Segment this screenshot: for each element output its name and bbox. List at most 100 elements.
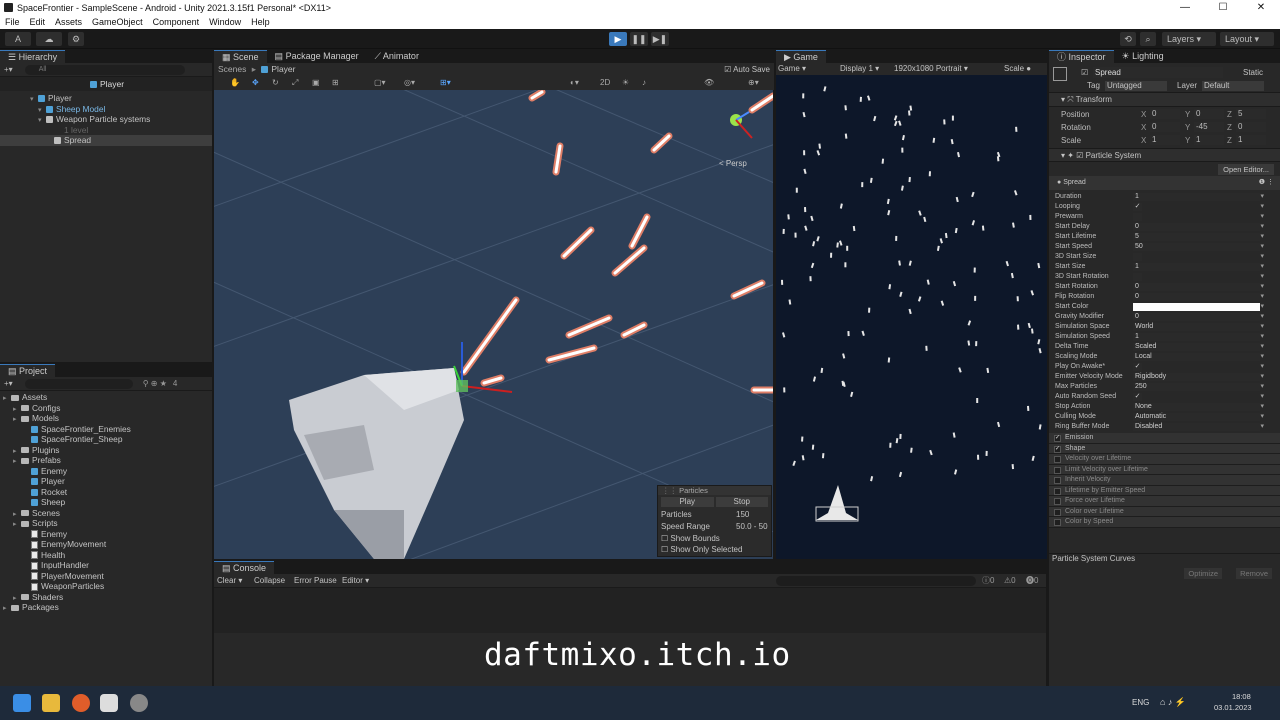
active-checkbox[interactable]: ☑ [1081, 68, 1088, 77]
layout-dropdown[interactable]: Layout ▾ [1220, 32, 1274, 46]
ps-property-field[interactable]: ✓ [1133, 203, 1142, 211]
close-button[interactable]: ✕ [1242, 0, 1280, 15]
move-tool-icon[interactable]: ✥ [252, 76, 259, 90]
player-crumb[interactable]: Player [271, 64, 295, 74]
project-item[interactable]: ▸ Plugins [0, 445, 212, 456]
game-viewport[interactable] [776, 75, 1047, 559]
transform-y-field[interactable]: 0 [1194, 109, 1224, 119]
audio-icon[interactable]: ♪ [642, 76, 646, 90]
scale-slider[interactable]: Scale ● [1004, 63, 1031, 75]
ps-property-field[interactable] [1133, 273, 1142, 281]
dropdown-arrow-icon[interactable]: ▾ [1260, 362, 1264, 372]
dropdown-arrow-icon[interactable]: ▾ [1260, 352, 1264, 362]
ps-help-icon[interactable]: ❶ ⋮ [1259, 176, 1274, 190]
project-item[interactable]: ▸ Prefabs [0, 455, 212, 466]
project-item[interactable]: EnemyMovement [0, 539, 212, 550]
file-explorer-icon[interactable] [42, 694, 60, 712]
tab-scene[interactable]: ▦ Scene [214, 50, 267, 63]
hierarchy-item[interactable]: 1 level [0, 125, 212, 136]
system-tray-icons[interactable]: ⌂ ♪ ⚡ [1160, 697, 1186, 708]
expand-arrow-icon[interactable]: ▸ [3, 604, 11, 615]
unity-hub-icon[interactable] [100, 694, 118, 712]
ps-property-field[interactable]: 0 [1133, 313, 1260, 321]
game-mode-dropdown[interactable]: Game ▾ [778, 63, 806, 75]
menu-gameobject[interactable]: GameObject [92, 17, 143, 27]
ps-property-field[interactable]: Rigidbody [1133, 373, 1260, 381]
add-icon[interactable]: +▾ [4, 65, 13, 74]
tab-console[interactable]: ▤ Console [214, 561, 275, 574]
dropdown-arrow-icon[interactable]: ▾ [1260, 192, 1264, 202]
project-item[interactable]: InputHandler [0, 560, 212, 571]
scenes-crumb[interactable]: Scenes [218, 64, 246, 74]
dropdown-arrow-icon[interactable]: ▾ [1260, 222, 1264, 232]
ps-module-row[interactable]: Color by Speed [1049, 517, 1280, 528]
ps-module-row[interactable]: Inherit Velocity [1049, 475, 1280, 486]
module-checkbox[interactable] [1054, 456, 1061, 463]
console-editor-dropdown[interactable]: Editor ▾ [342, 574, 369, 588]
project-item[interactable]: ▸ Shaders [0, 592, 212, 603]
console-error-pause-button[interactable]: Error Pause [294, 574, 337, 588]
tab-project[interactable]: ▤ Project [0, 364, 56, 377]
ship-model[interactable] [289, 368, 464, 559]
dropdown-arrow-icon[interactable]: ▾ [1260, 382, 1264, 392]
ps-module-row[interactable]: Lifetime by Emitter Speed [1049, 485, 1280, 496]
module-checkbox[interactable] [1054, 508, 1061, 516]
minimize-button[interactable]: — [1166, 0, 1204, 15]
dropdown-arrow-icon[interactable]: ▾ [1260, 342, 1264, 352]
hand-tool-icon[interactable]: ✋ [230, 76, 240, 90]
ps-module-row[interactable]: Limit Velocity over Lifetime [1049, 464, 1280, 475]
ps-module-row[interactable]: ✓ Shape [1049, 443, 1280, 454]
start-icon[interactable] [13, 694, 31, 712]
ps-property-field[interactable]: Automatic [1133, 413, 1260, 421]
transform-z-field[interactable]: 5 [1236, 109, 1266, 119]
project-item[interactable]: SpaceFrontier_Sheep [0, 434, 212, 445]
show-only-selected-checkbox[interactable]: ☐ Show Only Selected [658, 544, 771, 555]
particle-system-header[interactable]: ▾ ✦ ☑ Particle System [1049, 148, 1280, 162]
dropdown-arrow-icon[interactable]: ▾ [1260, 242, 1264, 252]
tab-inspector[interactable]: ⓘ Inspector [1049, 50, 1114, 63]
optimize-button[interactable]: Optimize [1184, 568, 1222, 579]
cloud-icon[interactable]: ☁ [36, 32, 62, 46]
ps-property-field[interactable]: 0 [1133, 223, 1260, 231]
ps-property-field[interactable]: 0 [1133, 283, 1260, 291]
open-editor-button[interactable]: Open Editor... [1218, 164, 1274, 175]
transform-z-field[interactable]: 0 [1236, 122, 1266, 132]
project-item[interactable]: Enemy [0, 529, 212, 540]
show-bounds-checkbox[interactable]: ☐ Show Bounds [658, 533, 771, 544]
play-button[interactable]: ▶ [609, 32, 627, 46]
error-count[interactable]: ⓿0 [1026, 574, 1038, 588]
menu-help[interactable]: Help [251, 17, 270, 27]
resolution-dropdown[interactable]: 1920x1080 Portrait ▾ [894, 63, 968, 75]
dropdown-arrow-icon[interactable]: ▾ [1260, 202, 1264, 212]
project-item[interactable]: ▸ Configs [0, 403, 212, 414]
rect-tool-icon[interactable]: ▣ [312, 76, 320, 90]
tab-hierarchy[interactable]: ☰ Hierarchy [0, 50, 66, 63]
module-checkbox[interactable] [1054, 487, 1061, 495]
firefox-icon[interactable] [72, 694, 90, 712]
persp-label[interactable]: < Persp [719, 159, 747, 168]
particles-stop-button[interactable]: Stop [715, 497, 768, 507]
tag-dropdown[interactable]: Untagged [1105, 81, 1167, 91]
project-item[interactable]: ▸ Scenes [0, 508, 212, 519]
ps-module-row[interactable]: Velocity over Lifetime [1049, 454, 1280, 465]
dropdown-arrow-icon[interactable]: ▾ [1260, 372, 1264, 382]
project-item[interactable]: Enemy [0, 466, 212, 477]
transform-x-field[interactable]: 0 [1150, 109, 1180, 119]
hierarchy-item[interactable]: ▾ Weapon Particle systems [0, 114, 212, 125]
hidden-icon[interactable]: 👁 [704, 76, 714, 90]
project-item[interactable]: Sheep [0, 497, 212, 508]
ps-main-module-header[interactable]: ● Spread ❶ ⋮ [1049, 176, 1280, 190]
ps-property-field[interactable]: ✓ [1133, 363, 1142, 371]
layer-dropdown[interactable]: Default [1202, 81, 1264, 91]
dropdown-arrow-icon[interactable]: ▾ [1260, 422, 1264, 432]
ps-property-field[interactable]: 50 [1133, 243, 1260, 251]
menu-assets[interactable]: Assets [55, 17, 82, 27]
project-item[interactable]: SpaceFrontier_Enemies [0, 424, 212, 435]
grid-snap-icon[interactable]: ⊞▾ [440, 76, 451, 90]
ps-property-field[interactable]: Local [1133, 353, 1260, 361]
ps-property-field[interactable]: 1 [1133, 193, 1260, 201]
hierarchy-search-input[interactable]: All [24, 64, 185, 75]
global-icon[interactable]: ◎▾ [404, 76, 415, 90]
scale-tool-icon[interactable]: ⤢ [292, 76, 298, 90]
transform-tool-icon[interactable]: ⊞ [332, 76, 339, 90]
